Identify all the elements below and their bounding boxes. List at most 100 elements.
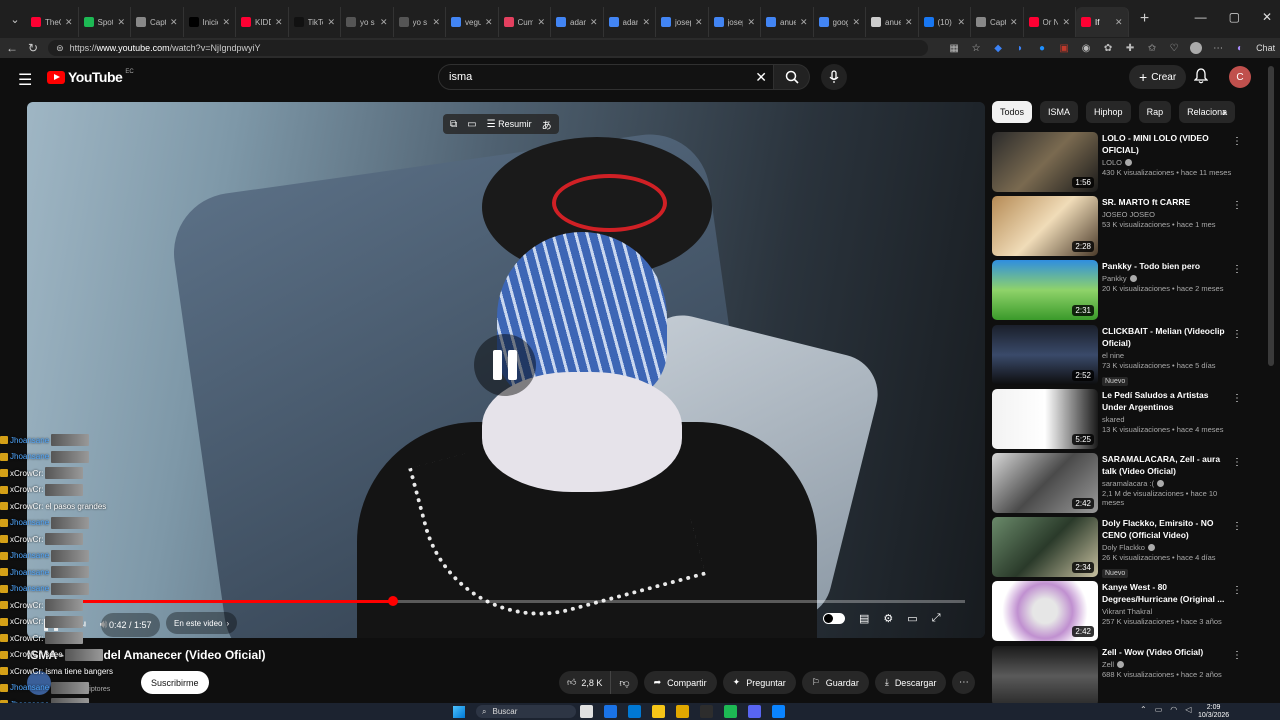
- apps-icon[interactable]: ▦: [948, 42, 960, 54]
- more-actions-button[interactable]: ⋯: [952, 671, 976, 694]
- browser-tab[interactable]: anue ✕: [761, 7, 814, 37]
- tab-close-icon[interactable]: ✕: [222, 17, 230, 28]
- windows-start-icon[interactable]: [453, 706, 465, 718]
- more-vertical-icon[interactable]: ⋮: [1232, 264, 1242, 275]
- theater-mode-icon[interactable]: ▭: [907, 612, 917, 625]
- user-avatar[interactable]: C: [1229, 66, 1251, 88]
- taskbar-app-icon[interactable]: [676, 705, 689, 718]
- create-button[interactable]: + Crear: [1129, 65, 1187, 89]
- browser-tab[interactable]: KIDD ✕: [236, 7, 289, 37]
- recommendation-item[interactable]: 2:42 Kanye West - 80 Degrees/Hurricane (O…: [992, 581, 1256, 642]
- recommendation-channel[interactable]: skared: [1102, 415, 1232, 424]
- browser-tab[interactable]: yo s ✕: [394, 7, 446, 37]
- tab-close-icon[interactable]: ✕: [590, 17, 598, 28]
- browser-tab[interactable]: Capt ✕: [971, 7, 1024, 37]
- tab-close-icon[interactable]: ✕: [117, 17, 125, 28]
- extension-icon-6[interactable]: ✿: [1102, 42, 1114, 54]
- tab-close-icon[interactable]: ✕: [695, 17, 703, 28]
- recommendation-item[interactable]: 2:28 SR. MARTO ft CARRE JOSEO JOSEO 53 K vi…: [992, 196, 1256, 257]
- tab-close-icon[interactable]: ✕: [327, 17, 335, 28]
- search-input[interactable]: isma ✕: [438, 64, 774, 90]
- recommendation-channel[interactable]: Doly Flackko: [1102, 543, 1232, 552]
- tab-close-icon[interactable]: ✕: [747, 17, 755, 28]
- video-thumbnail[interactable]: [992, 645, 1098, 706]
- tab-close-icon[interactable]: ✕: [1010, 17, 1018, 28]
- browser-tab[interactable]: josep✕: [656, 7, 709, 37]
- menu-icon[interactable]: ☰: [18, 70, 32, 90]
- taskbar-clock[interactable]: 2:09 10/3/2026: [1198, 704, 1229, 720]
- extension-icon-2[interactable]: ◗: [1014, 42, 1026, 54]
- taskbar-app-icon[interactable]: [604, 705, 617, 718]
- browser-tab[interactable]: goog✕: [814, 7, 866, 37]
- filter-chip[interactable]: Hiphop: [1086, 101, 1131, 123]
- recommendation-title[interactable]: Kanye West - 80 Degrees/Hurricane (Origi…: [1102, 581, 1232, 605]
- chips-next-icon[interactable]: ›: [1222, 105, 1226, 119]
- site-info-icon[interactable]: ⊜: [56, 43, 64, 54]
- browser-tab[interactable]: (10) I✕: [919, 7, 971, 37]
- recommendation-title[interactable]: CLICKBAIT - Melian (Videoclip Oficial): [1102, 325, 1232, 349]
- tab-close-icon[interactable]: ✕: [1062, 17, 1070, 28]
- taskbar-search[interactable]: ⌕ Buscar: [476, 705, 576, 718]
- video-thumbnail[interactable]: 2:31: [992, 260, 1098, 321]
- browser-tab[interactable]: If ✕: [1076, 7, 1129, 37]
- recommendation-channel[interactable]: el nine: [1102, 351, 1232, 360]
- wifi-icon[interactable]: ◠: [1170, 705, 1177, 714]
- page-scrollbar[interactable]: [1268, 66, 1274, 366]
- browser-tab[interactable]: Cum ✕: [499, 7, 551, 37]
- more-vertical-icon[interactable]: ⋮: [1232, 650, 1242, 661]
- more-vertical-icon[interactable]: ⋮: [1232, 136, 1242, 147]
- recommendation-title[interactable]: Zell - Wow (Video Oficial): [1102, 646, 1232, 658]
- extension-icon-1[interactable]: ◆: [992, 42, 1004, 54]
- tab-close-icon[interactable]: ✕: [537, 17, 545, 28]
- video-thumbnail[interactable]: 2:42: [992, 453, 1098, 513]
- tab-close-icon[interactable]: ✕: [642, 17, 650, 28]
- search-button[interactable]: [774, 64, 810, 90]
- minimize-icon[interactable]: —: [1195, 10, 1207, 24]
- recommendation-title[interactable]: Le Pedí Saludos a Artistas Under Argenti…: [1102, 389, 1232, 413]
- more-vertical-icon[interactable]: ⋮: [1232, 200, 1242, 211]
- browser-tab[interactable]: Spoti✕: [79, 7, 131, 37]
- more-vertical-icon[interactable]: ⋮: [1232, 329, 1242, 340]
- recommendation-channel[interactable]: LOLO: [1102, 158, 1232, 167]
- more-vertical-icon[interactable]: ⋮: [1232, 521, 1242, 532]
- progress-bar[interactable]: [47, 596, 965, 606]
- tab-close-icon[interactable]: ✕: [432, 17, 440, 28]
- bookmark-star-icon[interactable]: ☆: [970, 42, 982, 54]
- tab-close-icon[interactable]: ✕: [485, 17, 493, 28]
- copilot-icon[interactable]: ◐: [1234, 42, 1246, 54]
- browser-tab[interactable]: Capt ✕: [131, 7, 184, 37]
- taskbar-app-icon[interactable]: [580, 705, 593, 718]
- chapter-button[interactable]: En este video ›: [166, 612, 238, 634]
- video-thumbnail[interactable]: 2:34: [992, 517, 1098, 578]
- favorites-icon[interactable]: ✩: [1146, 42, 1158, 54]
- recommendation-item[interactable]: 2:34 Doly Flackko, Emirsito - NO CENO (Of…: [992, 517, 1256, 579]
- tab-close-icon[interactable]: ✕: [1115, 17, 1123, 28]
- like-button[interactable]: 👍︎ 2,8 K: [559, 671, 612, 694]
- recommendation-item[interactable]: 2:31 Pankky - Todo bien pero Pankky 20 K vi…: [992, 260, 1256, 321]
- settings-gear-icon[interactable]: ⚙: [883, 612, 893, 625]
- browser-tab[interactable]: adam✕: [551, 7, 604, 37]
- tab-close-icon[interactable]: ✕: [65, 17, 73, 28]
- extension-icon-3[interactable]: ●: [1036, 42, 1048, 54]
- pause-indicator[interactable]: [474, 334, 536, 396]
- share-button[interactable]: ➦ Compartir: [643, 671, 717, 694]
- tab-close-icon[interactable]: ✕: [170, 17, 178, 28]
- recommendation-item[interactable]: 1:56 LOLO - MINI LOLO (VIDEO OFICIAL) LOLO…: [992, 132, 1256, 192]
- browser-tab[interactable]: yo s ✕: [341, 7, 394, 37]
- video-thumbnail[interactable]: 2:42: [992, 581, 1098, 642]
- recommendation-title[interactable]: SR. MARTO ft CARRE: [1102, 196, 1232, 208]
- browser-tab[interactable]: adam✕: [604, 7, 656, 37]
- summarize-button[interactable]: ☰ Resumir: [487, 119, 532, 130]
- youtube-logo[interactable]: YouTube EC: [47, 69, 134, 85]
- taskbar-app-icon[interactable]: [700, 705, 713, 718]
- video-player[interactable]: ⧉ ▭ ☰ Resumir あ ❚❚ ⏭ 🔊︎ 0:42 / 1:57 En e…: [27, 102, 985, 638]
- more-vertical-icon[interactable]: ⋮: [1232, 585, 1242, 596]
- reload-icon[interactable]: ↻: [28, 41, 38, 55]
- video-thumbnail[interactable]: 1:56: [992, 132, 1098, 192]
- recommendation-title[interactable]: LOLO - MINI LOLO (VIDEO OFICIAL): [1102, 132, 1232, 156]
- recommendation-title[interactable]: Pankky - Todo bien pero: [1102, 260, 1232, 272]
- autoplay-toggle[interactable]: [823, 613, 845, 624]
- ask-button[interactable]: ✦ Preguntar: [722, 671, 796, 694]
- taskbar-app-icon[interactable]: [628, 705, 641, 718]
- browser-tab[interactable]: josep✕: [709, 7, 761, 37]
